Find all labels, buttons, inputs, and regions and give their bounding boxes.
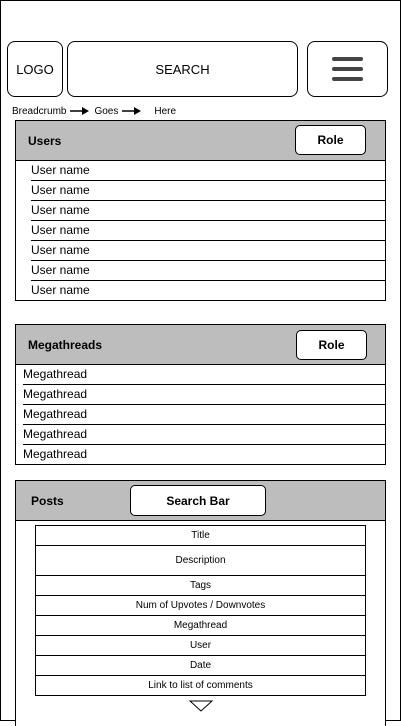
post-field-date[interactable]: Date: [36, 656, 365, 676]
post-field-description[interactable]: Description: [36, 546, 365, 576]
breadcrumb-item[interactable]: Breadcrumb: [12, 106, 66, 117]
post-fields-list: Title Description Tags Num of Upvotes / …: [35, 525, 366, 696]
breadcrumb-item[interactable]: Goes: [94, 106, 118, 117]
megathread-row[interactable]: Megathread: [23, 385, 385, 405]
posts-title: Posts: [31, 494, 64, 508]
hamburger-menu-icon: [332, 57, 363, 81]
megathread-row[interactable]: Megathread: [23, 445, 385, 464]
post-field-comments-link[interactable]: Link to list of comments: [36, 676, 365, 695]
users-header: Users Role: [16, 121, 385, 161]
posts-header: Posts Search Bar: [16, 481, 385, 521]
post-field-title[interactable]: Title: [36, 526, 365, 546]
megathread-row[interactable]: Megathread: [23, 405, 385, 425]
megathreads-header: Megathreads Role: [16, 325, 385, 365]
user-row[interactable]: User name: [31, 281, 385, 300]
user-row[interactable]: User name: [31, 181, 385, 201]
user-row[interactable]: User name: [31, 261, 385, 281]
posts-search-bar[interactable]: Search Bar: [130, 485, 266, 516]
megathreads-panel: Megathreads Role Megathread Megathread M…: [15, 324, 386, 465]
chevron-down-icon[interactable]: [189, 700, 213, 712]
users-role-button[interactable]: Role: [295, 125, 366, 155]
post-field-user[interactable]: User: [36, 636, 365, 656]
megathreads-title: Megathreads: [28, 338, 103, 352]
breadcrumb: Breadcrumb Goes Here: [12, 104, 176, 118]
post-field-megathread[interactable]: Megathread: [36, 616, 365, 636]
user-row[interactable]: User name: [31, 221, 385, 241]
user-row[interactable]: User name: [31, 161, 385, 181]
users-title: Users: [28, 134, 62, 148]
logo-text: LOGO: [16, 61, 54, 77]
logo[interactable]: LOGO: [7, 41, 63, 97]
post-field-votes[interactable]: Num of Upvotes / Downvotes: [36, 596, 365, 616]
post-field-tags[interactable]: Tags: [36, 576, 365, 596]
megathread-row[interactable]: Megathread: [23, 365, 385, 385]
menu-button[interactable]: [307, 41, 388, 97]
search-label: SEARCH: [155, 61, 210, 77]
user-row[interactable]: User name: [31, 201, 385, 221]
user-row[interactable]: User name: [31, 241, 385, 261]
users-panel: Users Role User name User name User name…: [15, 120, 386, 301]
breadcrumb-item[interactable]: Here: [154, 106, 176, 117]
search-box[interactable]: SEARCH: [67, 41, 298, 97]
posts-panel: Posts Search Bar Title Description Tags …: [15, 480, 386, 726]
arrow-right-icon: [122, 107, 142, 115]
arrow-right-icon: [70, 107, 90, 115]
megathread-row[interactable]: Megathread: [23, 425, 385, 445]
megathreads-role-button[interactable]: Role: [296, 330, 367, 360]
